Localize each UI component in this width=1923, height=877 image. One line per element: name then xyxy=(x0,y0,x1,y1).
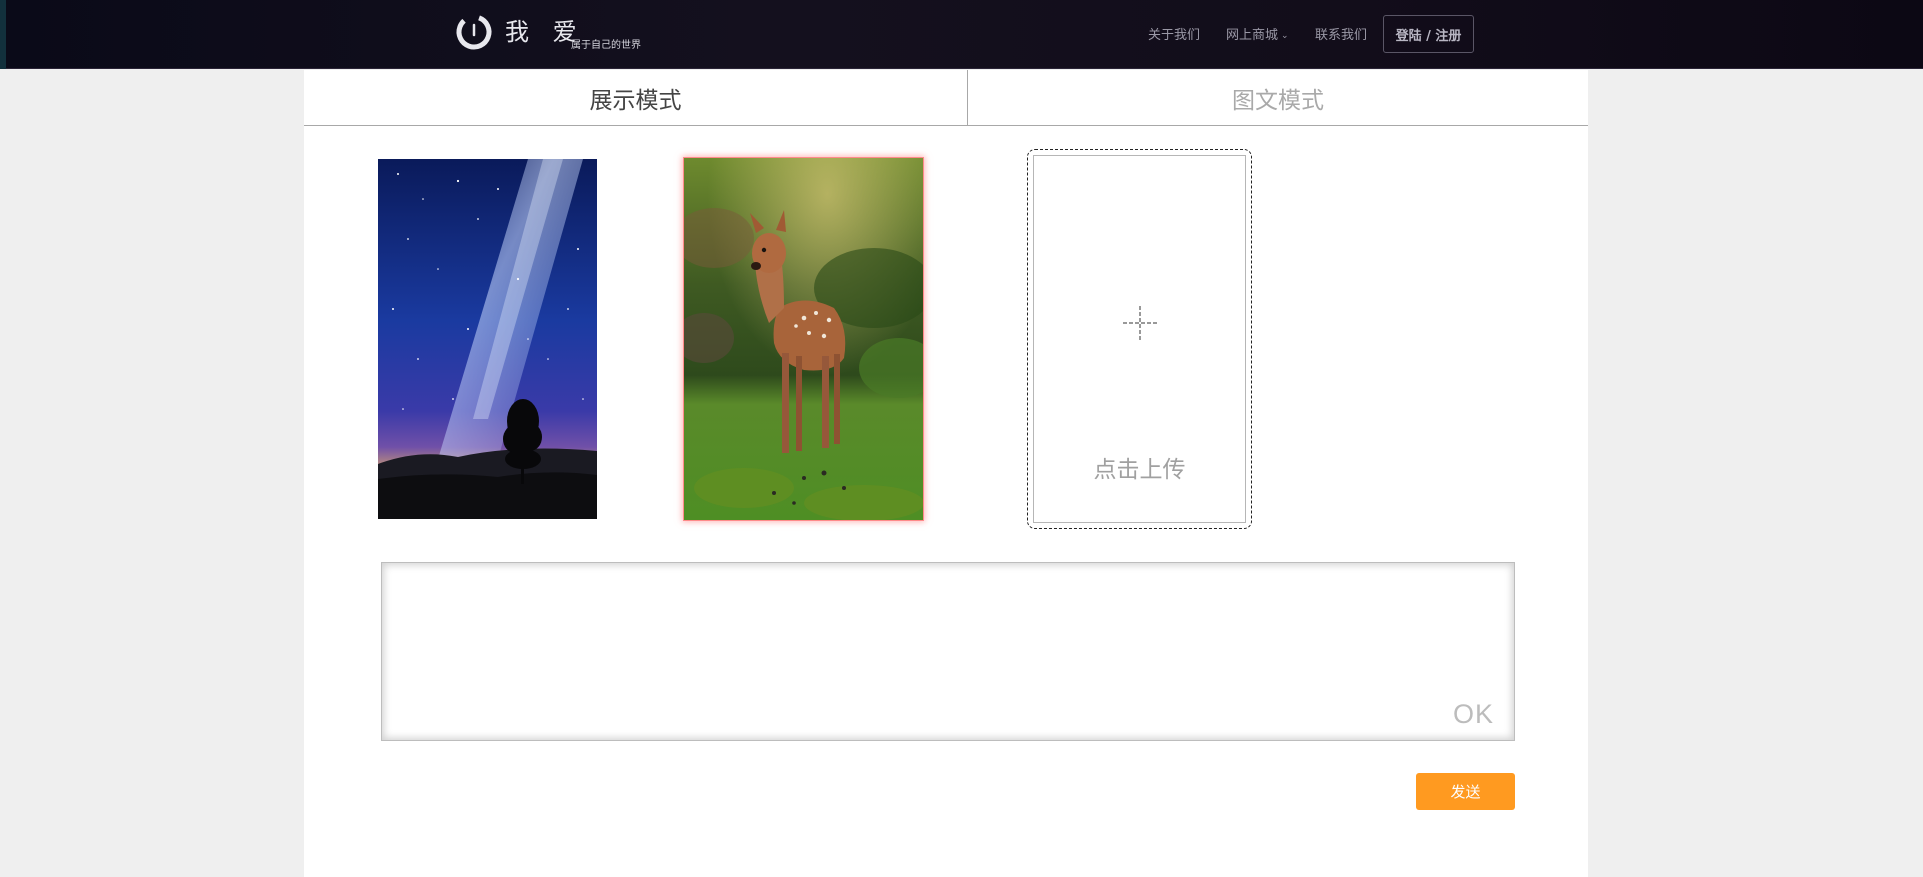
nav-link-shop[interactable]: 网上商城 ⌄ xyxy=(1226,24,1289,43)
gallery-photo-fawn[interactable] xyxy=(684,158,923,520)
upload-dropzone[interactable]: 点击上传 xyxy=(1027,149,1252,529)
ok-label[interactable]: OK xyxy=(1453,699,1494,730)
tab-display-mode[interactable]: 展示模式 xyxy=(304,70,967,126)
nav-link-contact[interactable]: 联系我们 xyxy=(1315,24,1367,43)
nav-link-shop-label: 网上商城 xyxy=(1226,28,1279,43)
gallery-photo-starry-sky[interactable] xyxy=(378,159,597,519)
nav-link-about[interactable]: 关于我们 xyxy=(1148,24,1200,43)
message-box: OK xyxy=(381,562,1515,741)
message-input[interactable] xyxy=(382,563,1514,740)
mode-tabs: 展示模式 图文模式 xyxy=(304,70,1588,126)
chevron-down-icon: ⌄ xyxy=(1281,31,1289,41)
top-navbar: 我 爱 属于自己的世界 关于我们 网上商城 ⌄ 联系我们 登陆 / 注册 xyxy=(0,0,1923,69)
login-register-button[interactable]: 登陆 / 注册 xyxy=(1383,15,1474,53)
upload-label: 点击上传 xyxy=(1093,457,1186,483)
main-panel: 展示模式 图文模式 点击上传 OK 发送 xyxy=(304,70,1588,877)
plus-icon xyxy=(1123,306,1157,340)
send-button[interactable]: 发送 xyxy=(1416,773,1515,810)
logo-icon[interactable] xyxy=(455,13,493,51)
upload-dropzone-inner: 点击上传 xyxy=(1033,155,1246,523)
tab-image-text-mode[interactable]: 图文模式 xyxy=(967,70,1588,126)
logo-subtitle: 属于自己的世界 xyxy=(571,40,641,51)
